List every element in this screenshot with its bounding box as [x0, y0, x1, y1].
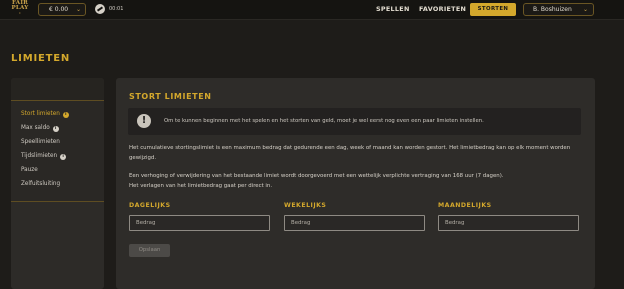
notice-text: Om te kunnen beginnen met het spelen en …: [164, 118, 484, 124]
sidebar-item-label: Pauze: [21, 167, 38, 173]
notice-box: ! Om te kunnen beginnen met het spelen e…: [128, 108, 581, 135]
chevron-down-icon: ⌄: [75, 6, 81, 13]
sidebar-menu: Stort limieten i Max saldo i Speellimieten…: [11, 101, 104, 202]
sidebar-header: [11, 78, 104, 101]
info-icon: i: [52, 126, 59, 132]
nav-spellen[interactable]: SPELLEN: [376, 4, 410, 15]
info-icon: i: [60, 154, 67, 160]
sidebar-item-label: Tijdslimieten: [21, 153, 58, 159]
user-menu-button[interactable]: B. Boshuizen ⌄: [523, 3, 594, 16]
limits-panel: STORT LIMIETEN ! Om te kunnen beginnen m…: [116, 78, 595, 289]
session-timer: 00:01: [109, 6, 124, 12]
chevron-down-icon: ⌄: [582, 6, 588, 13]
page-title: LIMIETEN: [11, 53, 71, 64]
description-text: Het cumulatieve stortingslimiet is een m…: [129, 145, 571, 161]
monthly-amount-input[interactable]: [438, 215, 579, 231]
delay-text: Een verhoging of verwijdering van het be…: [129, 173, 504, 179]
sidebar-item-stort-limieten[interactable]: Stort limieten i: [21, 110, 69, 118]
sidebar-item-label: Zelfuitsluiting: [21, 181, 61, 187]
sidebar-item-tijdslimieten[interactable]: Tijdslimieten i: [21, 152, 67, 160]
sidebar-item-zelfuitsluiting[interactable]: Zelfuitsluiting: [21, 180, 60, 188]
save-button[interactable]: Opslaan: [129, 244, 170, 257]
sidebar-item-max-saldo[interactable]: Max saldo i: [21, 124, 59, 132]
sidebar-item-pauze[interactable]: Pauze: [21, 166, 38, 174]
logo[interactable]: FAIR PLAY ·: [8, 0, 32, 18]
deposit-button[interactable]: STORTEN: [470, 3, 516, 16]
info-icon: i: [62, 112, 69, 118]
user-name: B. Boshuizen: [533, 6, 572, 13]
sidebar-item-speellimieten[interactable]: Speellimieten: [21, 138, 60, 146]
sidebar-item-label: Max saldo: [21, 125, 50, 131]
balance-dropdown[interactable]: € 0.00 ⌄: [38, 3, 86, 16]
weekly-amount-input[interactable]: [284, 215, 425, 231]
sidebar: Stort limieten i Max saldo i Speellimieten…: [11, 78, 104, 289]
daily-amount-input[interactable]: [129, 215, 270, 231]
nav-favorieten[interactable]: FAVORIETEN: [419, 4, 466, 15]
daily-label: DAGELIJKS: [129, 202, 171, 209]
panel-title: STORT LIMIETEN: [129, 92, 212, 101]
timer-icon: [95, 4, 105, 14]
weekly-label: WEKELIJKS: [284, 202, 327, 209]
sidebar-item-label: Stort limieten: [21, 111, 60, 117]
sidebar-item-label: Speellimieten: [21, 139, 60, 145]
balance-value: € 0.00: [49, 6, 69, 13]
decrease-text: Het verlagen van het limietbedrag gaat p…: [129, 182, 273, 189]
top-bar: FAIR PLAY · € 0.00 ⌄ 00:01 SPELLEN FAVORIE…: [0, 0, 624, 20]
exclamation-icon: !: [137, 114, 151, 128]
monthly-label: MAANDELIJKS: [438, 202, 492, 209]
